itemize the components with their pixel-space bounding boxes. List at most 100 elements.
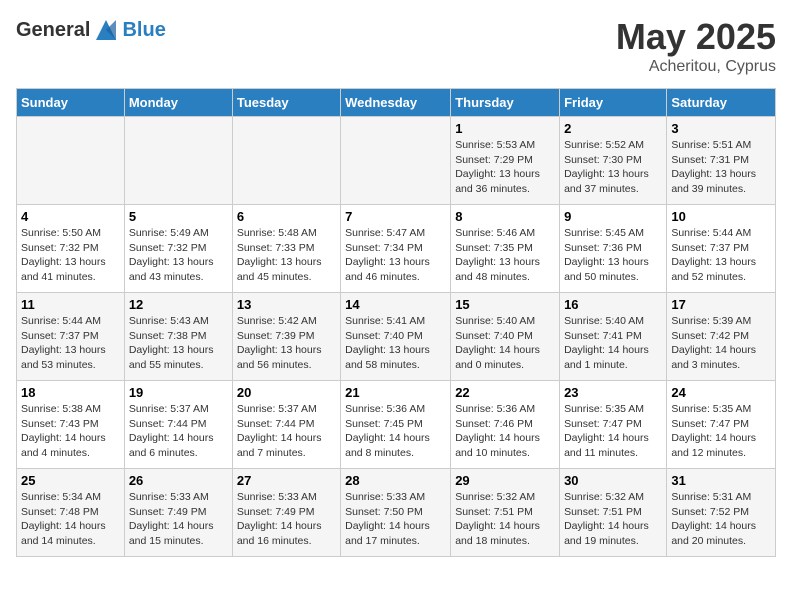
calendar-cell: 20Sunrise: 5:37 AMSunset: 7:44 PMDayligh…: [232, 381, 340, 469]
day-number: 21: [345, 385, 446, 400]
day-info: Sunrise: 5:33 AMSunset: 7:49 PMDaylight:…: [129, 490, 228, 549]
logo-icon: [92, 16, 120, 44]
calendar-cell: 17 Sunrise: 5:39 AMSunset: 7:42 PMDayligh…: [667, 293, 776, 381]
day-info: Sunrise: 5:32 AMSunset: 7:51 PMDaylight:…: [564, 490, 662, 549]
calendar-week-row: 11Sunrise: 5:44 AMSunset: 7:37 PMDayligh…: [17, 293, 776, 381]
day-info: Sunrise: 5:49 AMSunset: 7:32 PMDaylight:…: [129, 226, 228, 285]
day-info: Sunrise: 5:39 AMSunset: 7:42 PMDaylight:…: [671, 314, 771, 373]
day-number: 22: [455, 385, 555, 400]
day-number: 6: [237, 209, 336, 224]
day-number: 15: [455, 297, 555, 312]
day-info: Sunrise: 5:33 AMSunset: 7:49 PMDaylight:…: [237, 490, 336, 549]
calendar-cell: 13Sunrise: 5:42 AMSunset: 7:39 PMDayligh…: [232, 293, 340, 381]
calendar-cell: 3 Sunrise: 5:51 AMSunset: 7:31 PMDaylight…: [667, 117, 776, 205]
day-info: Sunrise: 5:40 AMSunset: 7:40 PMDaylight:…: [455, 314, 555, 373]
day-number: 14: [345, 297, 446, 312]
day-number: 19: [129, 385, 228, 400]
day-number: 30: [564, 473, 662, 488]
calendar-cell: 31 Sunrise: 5:31 AMSunset: 7:52 PMDayligh…: [667, 469, 776, 557]
header-cell-wednesday: Wednesday: [341, 89, 451, 117]
calendar-cell: 1 Sunrise: 5:53 AMSunset: 7:29 PMDaylight…: [451, 117, 560, 205]
calendar-cell: 28 Sunrise: 5:33 AMSunset: 7:50 PMDayligh…: [341, 469, 451, 557]
calendar-cell: 8Sunrise: 5:46 AMSunset: 7:35 PMDaylight…: [451, 205, 560, 293]
day-info: Sunrise: 5:37 AMSunset: 7:44 PMDaylight:…: [129, 402, 228, 461]
calendar-cell: [17, 117, 125, 205]
day-info: Sunrise: 5:47 AMSunset: 7:34 PMDaylight:…: [345, 226, 446, 285]
calendar-cell: 9 Sunrise: 5:45 AMSunset: 7:36 PMDaylight…: [560, 205, 667, 293]
day-info: Sunrise: 5:53 AMSunset: 7:29 PMDaylight:…: [455, 138, 555, 197]
calendar-cell: 21 Sunrise: 5:36 AMSunset: 7:45 PMDayligh…: [341, 381, 451, 469]
day-info: Sunrise: 5:44 AMSunset: 7:37 PMDaylight:…: [21, 314, 120, 373]
header-cell-sunday: Sunday: [17, 89, 125, 117]
day-info: Sunrise: 5:44 AMSunset: 7:37 PMDaylight:…: [671, 226, 771, 285]
calendar-cell: [124, 117, 232, 205]
day-number: 29: [455, 473, 555, 488]
header-cell-friday: Friday: [560, 89, 667, 117]
calendar-cell: 5 Sunrise: 5:49 AMSunset: 7:32 PMDaylight…: [124, 205, 232, 293]
day-number: 31: [671, 473, 771, 488]
calendar-cell: 29 Sunrise: 5:32 AMSunset: 7:51 PMDayligh…: [451, 469, 560, 557]
calendar-header-row: SundayMondayTuesdayWednesdayThursdayFrid…: [17, 89, 776, 117]
calendar-cell: [232, 117, 340, 205]
calendar-cell: [341, 117, 451, 205]
day-info: Sunrise: 5:36 AMSunset: 7:45 PMDaylight:…: [345, 402, 446, 461]
day-number: 24: [671, 385, 771, 400]
calendar-cell: 27Sunrise: 5:33 AMSunset: 7:49 PMDayligh…: [232, 469, 340, 557]
day-number: 3: [671, 121, 771, 136]
day-info: Sunrise: 5:45 AMSunset: 7:36 PMDaylight:…: [564, 226, 662, 285]
calendar-cell: 12 Sunrise: 5:43 AMSunset: 7:38 PMDayligh…: [124, 293, 232, 381]
day-info: Sunrise: 5:51 AMSunset: 7:31 PMDaylight:…: [671, 138, 771, 197]
page-header: General Blue May 2025 Acheritou, Cyprus: [16, 16, 776, 76]
calendar-cell: 23Sunrise: 5:35 AMSunset: 7:47 PMDayligh…: [560, 381, 667, 469]
day-number: 28: [345, 473, 446, 488]
day-info: Sunrise: 5:33 AMSunset: 7:50 PMDaylight:…: [345, 490, 446, 549]
day-number: 17: [671, 297, 771, 312]
day-number: 10: [671, 209, 771, 224]
calendar-week-row: 1 Sunrise: 5:53 AMSunset: 7:29 PMDaylight…: [17, 117, 776, 205]
logo-text-general: General: [16, 19, 90, 42]
day-info: Sunrise: 5:41 AMSunset: 7:40 PMDaylight:…: [345, 314, 446, 373]
day-info: Sunrise: 5:32 AMSunset: 7:51 PMDaylight:…: [455, 490, 555, 549]
calendar-cell: 16Sunrise: 5:40 AMSunset: 7:41 PMDayligh…: [560, 293, 667, 381]
calendar-week-row: 18Sunrise: 5:38 AMSunset: 7:43 PMDayligh…: [17, 381, 776, 469]
day-info: Sunrise: 5:38 AMSunset: 7:43 PMDaylight:…: [21, 402, 120, 461]
day-number: 8: [455, 209, 555, 224]
calendar-week-row: 25 Sunrise: 5:34 AMSunset: 7:48 PMDayligh…: [17, 469, 776, 557]
day-info: Sunrise: 5:43 AMSunset: 7:38 PMDaylight:…: [129, 314, 228, 373]
calendar-cell: 10 Sunrise: 5:44 AMSunset: 7:37 PMDayligh…: [667, 205, 776, 293]
calendar-cell: 4Sunrise: 5:50 AMSunset: 7:32 PMDaylight…: [17, 205, 125, 293]
day-info: Sunrise: 5:31 AMSunset: 7:52 PMDaylight:…: [671, 490, 771, 549]
header-cell-monday: Monday: [124, 89, 232, 117]
day-number: 9: [564, 209, 662, 224]
header-cell-thursday: Thursday: [451, 89, 560, 117]
logo: General Blue: [16, 16, 166, 44]
day-number: 12: [129, 297, 228, 312]
header-cell-tuesday: Tuesday: [232, 89, 340, 117]
logo-text-blue: Blue: [122, 19, 165, 42]
calendar-title-block: May 2025 Acheritou, Cyprus: [616, 16, 776, 76]
calendar-cell: 18Sunrise: 5:38 AMSunset: 7:43 PMDayligh…: [17, 381, 125, 469]
day-info: Sunrise: 5:34 AMSunset: 7:48 PMDaylight:…: [21, 490, 120, 549]
day-number: 20: [237, 385, 336, 400]
day-number: 4: [21, 209, 120, 224]
day-info: Sunrise: 5:52 AMSunset: 7:30 PMDaylight:…: [564, 138, 662, 197]
day-info: Sunrise: 5:48 AMSunset: 7:33 PMDaylight:…: [237, 226, 336, 285]
day-number: 5: [129, 209, 228, 224]
calendar-month-title: May 2025: [616, 16, 776, 58]
calendar-cell: 6 Sunrise: 5:48 AMSunset: 7:33 PMDaylight…: [232, 205, 340, 293]
day-info: Sunrise: 5:42 AMSunset: 7:39 PMDaylight:…: [237, 314, 336, 373]
day-number: 16: [564, 297, 662, 312]
day-number: 7: [345, 209, 446, 224]
day-number: 1: [455, 121, 555, 136]
day-info: Sunrise: 5:36 AMSunset: 7:46 PMDaylight:…: [455, 402, 555, 461]
calendar-cell: 24 Sunrise: 5:35 AMSunset: 7:47 PMDayligh…: [667, 381, 776, 469]
day-info: Sunrise: 5:35 AMSunset: 7:47 PMDaylight:…: [671, 402, 771, 461]
calendar-table: SundayMondayTuesdayWednesdayThursdayFrid…: [16, 88, 776, 557]
day-number: 26: [129, 473, 228, 488]
calendar-cell: 7 Sunrise: 5:47 AMSunset: 7:34 PMDaylight…: [341, 205, 451, 293]
calendar-cell: 30 Sunrise: 5:32 AMSunset: 7:51 PMDayligh…: [560, 469, 667, 557]
calendar-week-row: 4Sunrise: 5:50 AMSunset: 7:32 PMDaylight…: [17, 205, 776, 293]
day-number: 25: [21, 473, 120, 488]
day-info: Sunrise: 5:35 AMSunset: 7:47 PMDaylight:…: [564, 402, 662, 461]
calendar-cell: 14 Sunrise: 5:41 AMSunset: 7:40 PMDayligh…: [341, 293, 451, 381]
